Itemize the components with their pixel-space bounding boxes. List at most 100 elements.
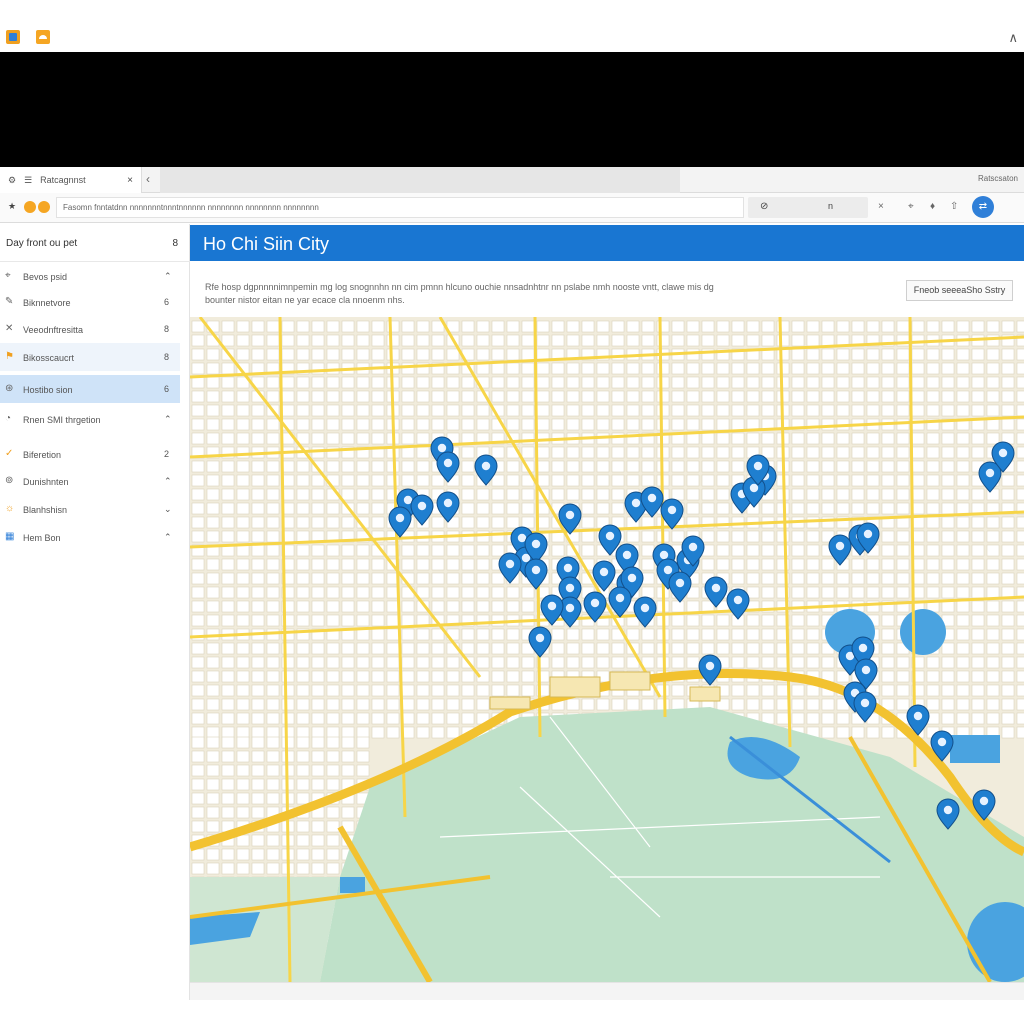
grid-icon: ▦ xyxy=(5,531,15,542)
search-text: n xyxy=(828,201,834,211)
fork-icon: ⚑ xyxy=(5,351,14,362)
map-pin-dot xyxy=(860,698,870,708)
close-icon[interactable]: × xyxy=(878,201,884,212)
sidebar-item[interactable]: ⊛ Hostibo sion 6 xyxy=(0,375,180,403)
sidebar-item-count: 2 xyxy=(164,449,170,459)
map-pin-dot xyxy=(605,531,615,541)
map-canvas[interactable] xyxy=(190,317,1024,982)
map-pin-dot xyxy=(547,601,557,611)
map-pin-dot xyxy=(631,498,641,508)
bookmark-icon[interactable]: ♦ xyxy=(930,201,935,212)
sidebar-item-label: Dunishnten xyxy=(23,477,69,487)
url-field[interactable]: Fasomn fnntatdnn nnnnnnntnnntnnnnnn nnnn… xyxy=(56,197,744,218)
map-pin-dot xyxy=(937,737,947,747)
sidebar-item[interactable]: ⊚ Dunishnten ⌃ xyxy=(0,467,180,495)
map-pin-dot xyxy=(531,539,541,549)
map-pin-dot xyxy=(443,458,453,468)
map-pin-dot xyxy=(979,796,989,806)
settings-icon: ⚙ xyxy=(8,174,17,185)
map-pin-dot xyxy=(749,483,759,493)
sidebar-item[interactable]: ☼ Blanhshisn ⌄ xyxy=(0,495,180,523)
map-pin-dot xyxy=(615,593,625,603)
map-pin-dot xyxy=(622,550,632,560)
browser-tab[interactable]: ⚙ ☰ Ratcagnnst × xyxy=(0,167,142,193)
address-bar-row: ★ Fasomn fnntatdnn nnnnnnntnnntnnnnnn nn… xyxy=(0,193,1024,223)
search-icon: ⊘ xyxy=(760,201,769,212)
tab-title: Ratcagnnst xyxy=(40,175,86,185)
city-map[interactable] xyxy=(190,317,1024,982)
sidebar-item[interactable]: ⚑ Bikosscaucrt 8 xyxy=(0,343,180,371)
safety-button[interactable]: Fneob seeeaSho Sstry xyxy=(906,280,1013,301)
map-pin-dot xyxy=(753,461,763,471)
share-icon[interactable]: ⇧ xyxy=(950,201,958,212)
map-pin-dot xyxy=(998,448,1008,458)
map-pin-dot xyxy=(443,498,453,508)
map-pin-dot xyxy=(481,461,491,471)
map-pin-dot xyxy=(417,501,427,511)
map-pin-dot xyxy=(659,550,669,560)
sidebar-item-label: Rnen SMI thrgetion xyxy=(23,415,101,425)
sidebar-item-count: ⌃ xyxy=(164,414,172,424)
sidebar-item-count: 6 xyxy=(164,297,170,307)
building xyxy=(549,676,601,698)
sidebar-count: 8 xyxy=(172,238,178,249)
page-description: Rfe hosp dgpnnnnimnpemin mg log snognnhn… xyxy=(205,282,714,305)
sidebar-item[interactable]: ✕ Veeodnftresitta 8 xyxy=(0,315,180,343)
profile-icon[interactable] xyxy=(38,201,50,213)
search-box[interactable]: ⊘ n xyxy=(748,197,868,218)
avatar[interactable]: ⇄ xyxy=(972,196,994,218)
clock-icon: ◔ xyxy=(5,413,12,424)
sun-icon: ☼ xyxy=(5,503,15,514)
map-pin-dot xyxy=(565,583,575,593)
sidebar-item-count: 8 xyxy=(164,324,170,334)
tag-icon: ✎ xyxy=(5,296,14,307)
map-pin-dot xyxy=(395,513,405,523)
sidebar-item-count: 8 xyxy=(164,352,170,362)
target-icon: ⊚ xyxy=(5,475,14,486)
page-title: Ho Chi Siin City xyxy=(190,225,1024,261)
os-top-bar: ∧ xyxy=(0,0,1024,52)
close-icon[interactable]: × xyxy=(127,175,133,186)
map-pin-dot xyxy=(985,468,995,478)
map-footer xyxy=(190,982,1024,1000)
notification-icon[interactable] xyxy=(36,30,50,44)
map-pin-dot xyxy=(505,559,515,569)
pin-icon: ⌖ xyxy=(5,270,11,281)
sidebar-item[interactable]: ✎ Biknnetvore 6 xyxy=(0,288,180,316)
extension-icon[interactable] xyxy=(24,201,36,213)
map-pin-dot xyxy=(599,567,609,577)
building xyxy=(689,686,721,702)
map-pin-dot xyxy=(835,541,845,551)
sidebar-item-label: Veeodnftresitta xyxy=(23,325,84,335)
map-pin-dot xyxy=(943,805,953,815)
building xyxy=(489,696,531,710)
map-pin-dot xyxy=(861,665,871,675)
sidebar-header: Day front ou pet 8 xyxy=(0,224,190,262)
app-launcher-icon[interactable] xyxy=(6,30,20,44)
caret-up-icon[interactable]: ∧ xyxy=(1008,30,1018,46)
browser-tab-row: ⚙ ☰ Ratcagnnst × ‹ Ratscsaton xyxy=(0,167,1024,193)
map-pin-dot xyxy=(627,573,637,583)
map-pin-dot xyxy=(663,565,673,575)
map-pin-dot xyxy=(640,603,650,613)
map-pin-dot xyxy=(563,563,573,573)
map-pin-dot xyxy=(913,711,923,721)
map-pin-dot xyxy=(858,643,868,653)
pin-icon[interactable]: ⌖ xyxy=(908,201,914,212)
sidebar-item-label: Bevos psid xyxy=(23,272,68,282)
sidebar: Day front ou pet 8 ⌖ Bevos psid ⌃ ✎ Biknnetv… xyxy=(0,224,190,1000)
sidebar-item[interactable]: ⌖ Bevos psid ⌃ xyxy=(0,262,180,290)
sidebar-item-label: Hostibo sion xyxy=(23,385,73,395)
star-icon: ✕ xyxy=(5,323,14,334)
map-pin-dot xyxy=(647,493,657,503)
map-pin-dot xyxy=(437,443,447,453)
sidebar-item[interactable]: ✓ Biferetion 2 xyxy=(0,440,180,468)
sidebar-item[interactable]: ▦ Hem Bon ⌃ xyxy=(0,523,180,551)
map-pin-dot xyxy=(733,595,743,605)
back-icon[interactable]: ‹ xyxy=(146,172,150,186)
tab-right-label[interactable]: Ratscsaton xyxy=(978,174,1018,183)
building xyxy=(609,671,651,691)
sidebar-item[interactable]: ◔ Rnen SMI thrgetion ⌃ xyxy=(0,405,180,437)
sidebar-item-count: ⌃ xyxy=(164,476,172,486)
star-icon[interactable]: ★ xyxy=(8,201,20,213)
